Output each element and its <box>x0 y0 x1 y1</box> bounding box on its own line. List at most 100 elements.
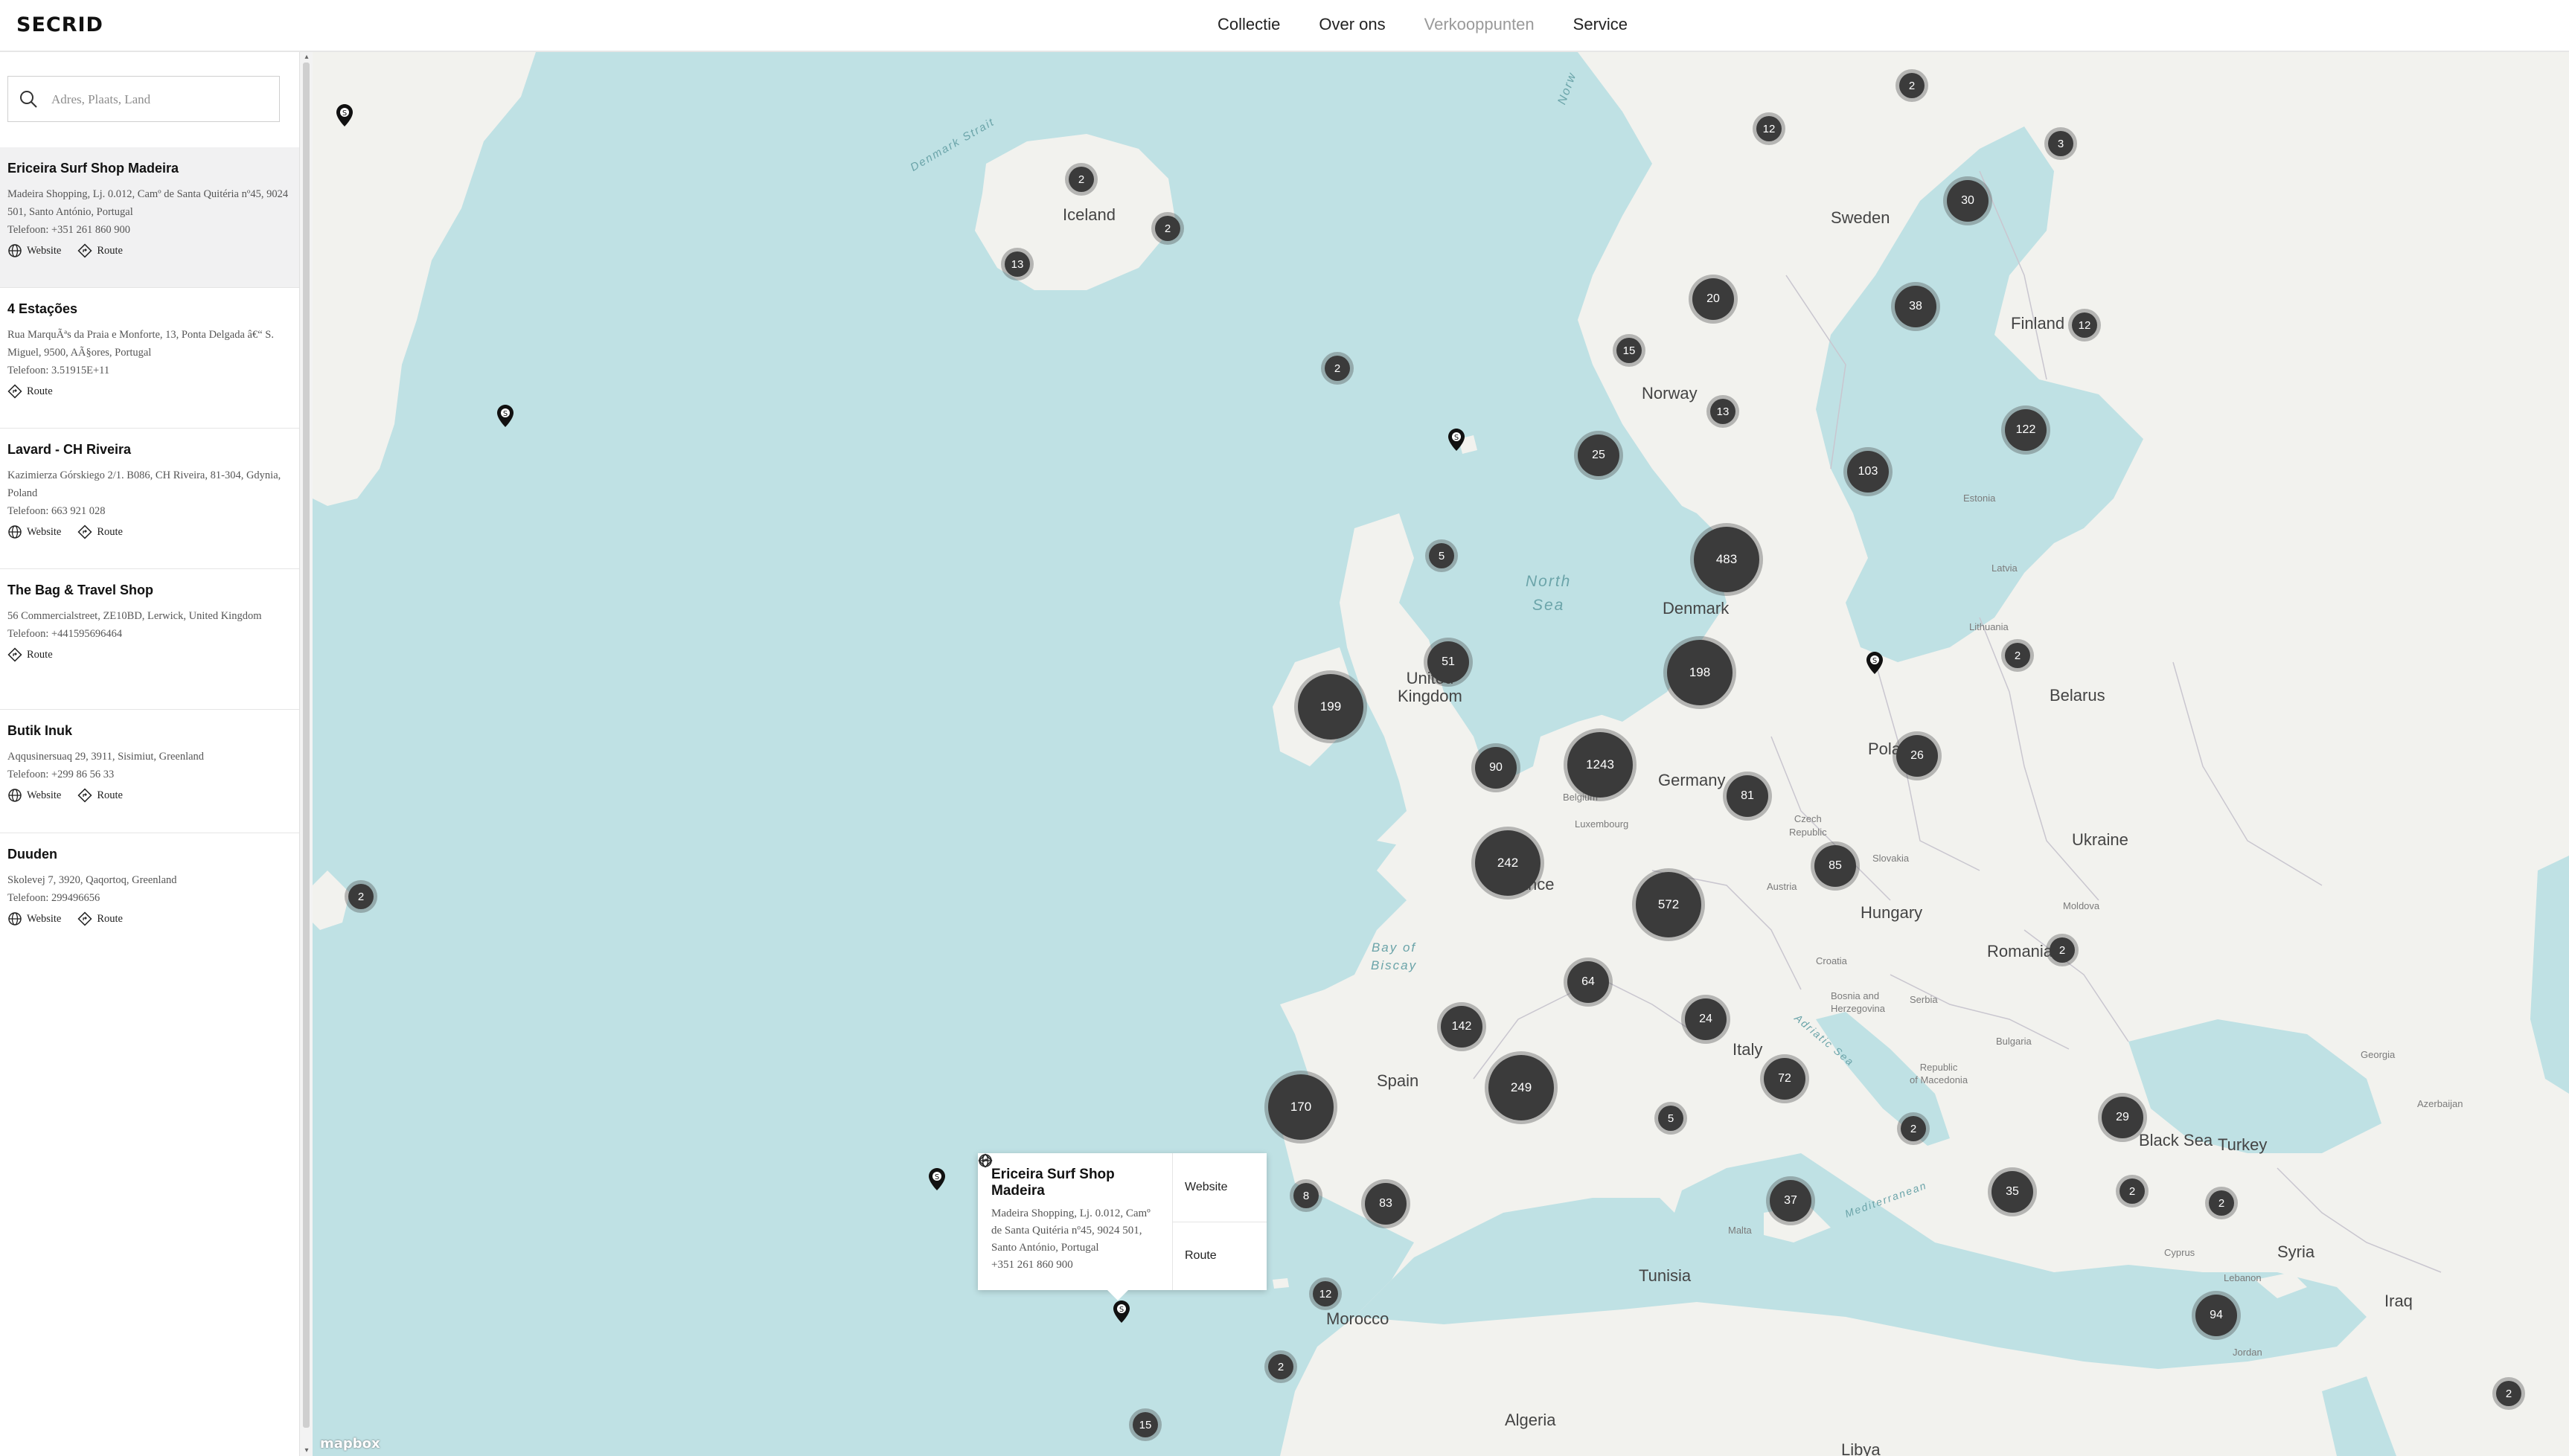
cluster-marker[interactable]: 122 <box>2005 409 2047 451</box>
nav-service[interactable]: Service <box>1573 15 1628 34</box>
route-link[interactable]: Route <box>7 384 53 399</box>
popup-route-button[interactable]: Route <box>978 1153 1267 1291</box>
cluster-marker[interactable]: 2 <box>1901 1116 1926 1141</box>
cluster-marker[interactable]: 2 <box>2496 1381 2521 1406</box>
cluster-marker[interactable]: 170 <box>1268 1074 1334 1140</box>
store-item[interactable]: Lavard - CH Riveira Kazimierza Górskiego… <box>0 429 299 569</box>
cluster-marker[interactable]: 8 <box>1293 1183 1319 1208</box>
label-morocco: Morocco <box>1326 1309 1389 1328</box>
cluster-marker[interactable]: 142 <box>1441 1006 1482 1048</box>
cluster-marker[interactable]: 20 <box>1692 278 1734 320</box>
secrid-logo[interactable]: SECRID <box>16 13 103 36</box>
store-pin-icon[interactable]: S <box>929 1168 945 1190</box>
nav-verkooppunten[interactable]: Verkooppunten <box>1424 15 1535 34</box>
cluster-marker[interactable]: 12 <box>1313 1281 1338 1306</box>
cluster-marker[interactable]: 64 <box>1567 961 1609 1003</box>
cluster-marker[interactable]: 12 <box>2072 312 2097 338</box>
route-link[interactable]: Route <box>77 911 123 926</box>
cluster-marker[interactable]: 15 <box>1133 1412 1158 1437</box>
cluster-marker[interactable]: 35 <box>1991 1171 2033 1213</box>
sidebar-scrollbar[interactable]: ▴ ▾ <box>299 52 313 1456</box>
cluster-marker[interactable]: 5 <box>1658 1106 1683 1131</box>
store-pin-icon[interactable]: S <box>497 405 514 427</box>
cluster-marker[interactable]: 38 <box>1895 286 1936 327</box>
cluster-marker[interactable]: 81 <box>1727 775 1768 817</box>
cluster-marker[interactable]: 2 <box>2209 1190 2234 1216</box>
route-link[interactable]: Route <box>77 525 123 539</box>
cluster-marker[interactable]: 2 <box>1325 356 1350 381</box>
mapbox-logo[interactable]: mapbox <box>320 1436 380 1452</box>
cluster-marker[interactable]: 30 <box>1947 180 1989 222</box>
cluster-marker[interactable]: 2 <box>1069 167 1094 192</box>
scroll-down-icon[interactable]: ▾ <box>302 1447 311 1455</box>
store-pin-icon[interactable]: S <box>1448 429 1465 451</box>
cluster-marker[interactable]: 2 <box>348 884 374 909</box>
website-link[interactable]: Website <box>7 525 61 539</box>
route-link[interactable]: Route <box>7 647 53 662</box>
cluster-marker[interactable]: 2 <box>1899 73 1925 98</box>
cluster-marker[interactable]: 2 <box>1268 1354 1293 1379</box>
cluster-marker[interactable]: 12 <box>1756 116 1782 141</box>
cluster-marker[interactable]: 199 <box>1298 674 1363 740</box>
store-item[interactable]: Duuden Skolevej 7, 3920, Qaqortoq, Green… <box>0 833 299 974</box>
popup-website-button[interactable]: Website <box>979 1153 1267 1222</box>
cluster-marker[interactable]: 249 <box>1488 1055 1554 1120</box>
cluster-marker[interactable]: 25 <box>1578 434 1619 476</box>
cluster-marker[interactable]: 242 <box>1475 830 1541 896</box>
route-link[interactable]: Route <box>77 788 123 803</box>
label-jordan: Jordan <box>2233 1347 2262 1358</box>
store-item[interactable]: 4 Estações Rua MarquÃªs da Praia e Monfo… <box>0 288 299 429</box>
scrollbar-thumb[interactable] <box>303 62 310 1428</box>
cluster-marker[interactable]: 483 <box>1694 527 1759 592</box>
cluster-marker[interactable]: 24 <box>1685 998 1727 1040</box>
nav-over-ons[interactable]: Over ons <box>1319 15 1385 34</box>
cluster-marker[interactable]: 5 <box>1429 543 1454 568</box>
store-item[interactable]: Ericeira Surf Shop Madeira Madeira Shopp… <box>0 147 299 288</box>
store-pin-icon[interactable]: S <box>336 104 353 126</box>
cluster-marker[interactable]: 198 <box>1667 640 1733 705</box>
store-list: Ericeira Surf Shop Madeira Madeira Shopp… <box>0 147 299 974</box>
store-pin-icon[interactable]: S <box>1866 652 1883 674</box>
cluster-marker[interactable]: 13 <box>1005 251 1030 277</box>
cluster-marker[interactable]: 2 <box>1155 216 1180 241</box>
route-link[interactable]: Route <box>77 243 123 258</box>
cluster-marker[interactable]: 72 <box>1764 1058 1805 1100</box>
cluster-marker[interactable]: 90 <box>1475 747 1517 789</box>
cluster-marker[interactable]: 26 <box>1896 735 1938 777</box>
website-link[interactable]: Website <box>7 788 61 803</box>
popup-info: Ericeira Surf Shop Madeira Madeira Shopp… <box>978 1153 1173 1290</box>
store-item[interactable]: The Bag & Travel Shop 56 Commercialstree… <box>0 569 299 710</box>
cluster-marker[interactable]: 13 <box>1710 399 1735 424</box>
route-label: Route <box>97 525 123 538</box>
store-item[interactable]: Butik Inuk Aqqusinersuaq 29, 3911, Sisim… <box>0 710 299 833</box>
store-pin-icon[interactable]: S <box>1113 1301 1130 1323</box>
cluster-marker[interactable]: 94 <box>2195 1295 2237 1336</box>
label-bosnia: Bosnia and Herzegovina <box>1831 990 1885 1014</box>
popup-buttons: Website Route <box>978 1153 1267 1291</box>
cluster-marker[interactable]: 2 <box>2005 643 2030 668</box>
route-icon <box>77 243 92 258</box>
scroll-up-icon[interactable]: ▴ <box>302 54 311 61</box>
cluster-marker[interactable]: 51 <box>1427 641 1469 683</box>
cluster-marker[interactable]: 85 <box>1814 845 1856 887</box>
cluster-marker[interactable]: 29 <box>2102 1097 2143 1138</box>
cluster-marker[interactable]: 103 <box>1847 451 1889 493</box>
search-input[interactable] <box>50 77 276 123</box>
popup-website-label: Website <box>1185 1180 1228 1193</box>
label-lithuania: Lithuania <box>1969 621 2009 632</box>
label-luxembourg: Luxembourg <box>1575 818 1629 830</box>
store-address: Rua MarquÃªs da Praia e Monforte, 13, Po… <box>7 329 274 359</box>
website-link[interactable]: Website <box>7 911 61 926</box>
cluster-marker[interactable]: 3 <box>2048 131 2073 156</box>
cluster-marker[interactable]: 572 <box>1636 872 1701 937</box>
cluster-marker[interactable]: 37 <box>1770 1180 1811 1222</box>
cluster-marker[interactable]: 2 <box>2119 1178 2145 1204</box>
nav-collectie[interactable]: Collectie <box>1218 15 1280 34</box>
store-map[interactable]: Iceland Sweden Finland Norway Denmark No… <box>313 52 2569 1456</box>
cluster-marker[interactable]: 2 <box>2050 937 2075 963</box>
cluster-marker[interactable]: 1243 <box>1567 732 1633 798</box>
website-link[interactable]: Website <box>7 243 61 258</box>
cluster-marker[interactable]: 15 <box>1616 338 1642 363</box>
cluster-marker[interactable]: 83 <box>1365 1183 1407 1225</box>
search-icon <box>20 91 37 108</box>
